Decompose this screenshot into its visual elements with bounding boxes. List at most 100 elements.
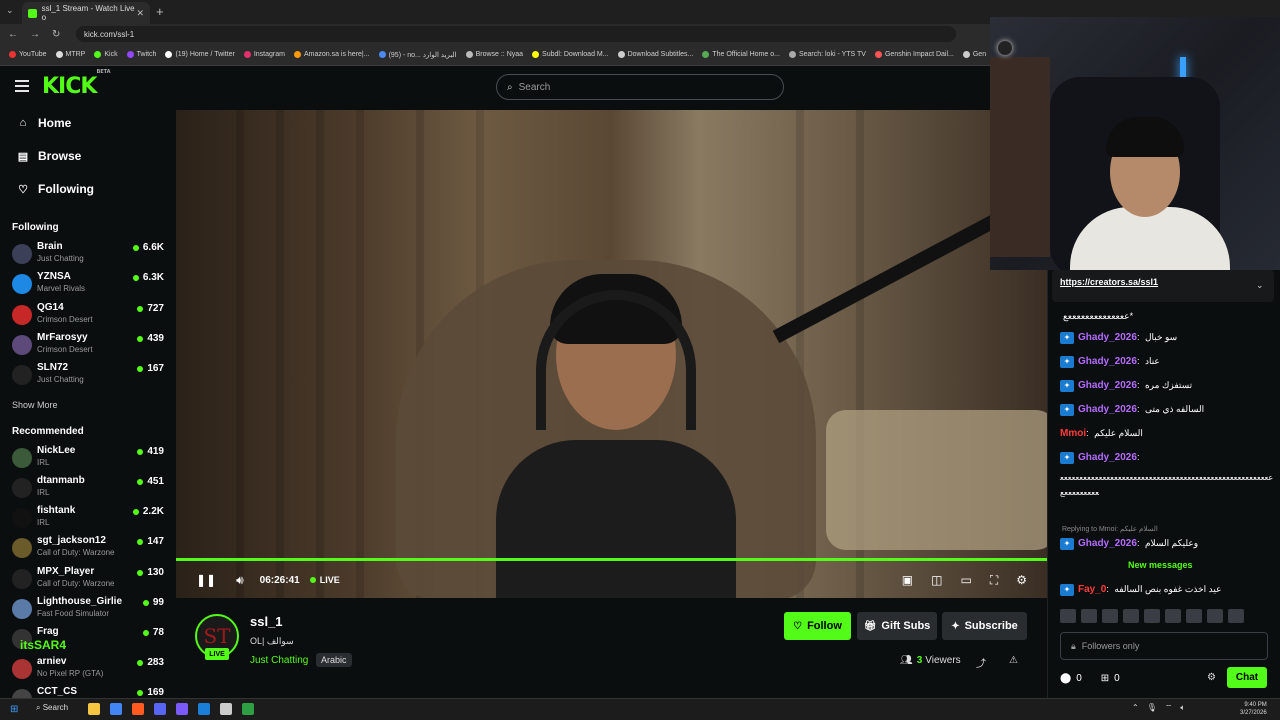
channel-item-lighthouse-girlie[interactable]: Lighthouse_Girlie Fast Food Simulator 99 — [12, 595, 164, 623]
channel-item-fishtank[interactable]: fishtank IRL 2.2K — [12, 504, 164, 532]
fullscreen-icon[interactable]: ⛶ — [990, 573, 998, 588]
volume-icon[interactable]: 🔊︎ — [236, 573, 244, 588]
emote-icon[interactable] — [1060, 609, 1076, 623]
channel-item-mrfarosyy[interactable]: MrFarosyy Crimson Desert 439 — [12, 331, 164, 359]
url-field[interactable]: kick.com/ssl-1 — [76, 26, 956, 42]
speaker-icon[interactable]: 🔈︎ — [1180, 703, 1185, 713]
bookmark[interactable]: (95) - no... البريد الوارد — [378, 51, 457, 59]
channel-item-yznsa[interactable]: YZNSA Marvel Rivals 6.3K — [12, 270, 164, 298]
browser-tab[interactable]: ssl_1 Stream - Watch Live o ✕ — [22, 2, 150, 24]
subscribe-button[interactable]: ✦ Subscribe — [942, 612, 1027, 640]
category-link[interactable]: Just Chatting — [250, 655, 308, 666]
emote-icon[interactable] — [1123, 609, 1139, 623]
emote-icon[interactable] — [1081, 609, 1097, 623]
mic-icon[interactable]: 🎙︎ — [1147, 703, 1157, 713]
channel-item-brain[interactable]: Brain Just Chatting 6.6K — [12, 240, 164, 268]
emote-icon[interactable] — [1186, 609, 1202, 623]
language-tag[interactable]: Arabic — [316, 653, 352, 667]
bookmark[interactable]: Instagram — [243, 51, 285, 58]
bookmark[interactable]: Subdl: Download M... — [532, 51, 609, 58]
new-tab-icon[interactable]: + — [156, 4, 164, 19]
viewer-count: 727 — [137, 303, 164, 314]
app-icon[interactable] — [176, 703, 188, 715]
bookmark[interactable]: Gen — [962, 51, 986, 58]
stream-title: OL| سوالف — [250, 636, 294, 646]
app-icon[interactable] — [132, 703, 144, 715]
bookmark[interactable]: Kick — [94, 51, 118, 58]
new-messages-divider[interactable]: New messages — [1128, 560, 1193, 570]
app-icon[interactable] — [198, 703, 210, 715]
menu-icon[interactable] — [15, 80, 29, 92]
heart-icon: ♡ — [18, 183, 28, 196]
bookmark[interactable]: MTRP — [55, 51, 85, 58]
live-indicator: LIVE — [309, 575, 340, 585]
nav-following[interactable]: ♡ Following — [16, 182, 94, 196]
video-player[interactable] — [176, 110, 1047, 598]
avatar — [12, 244, 32, 264]
chat-send-button[interactable]: Chat — [1227, 667, 1267, 688]
bookmark[interactable]: Amazon.sa is here|... — [293, 51, 370, 58]
nav-home[interactable]: ⌂ Home — [16, 116, 72, 130]
clock[interactable]: 9:40 PM 3/27/2026 — [1240, 701, 1267, 717]
bookmark[interactable]: Genshin Impact Dail... — [874, 51, 954, 58]
app-icon[interactable] — [242, 703, 254, 715]
gift-counter[interactable]: ⬤ 0 — [1060, 673, 1087, 684]
chat-input[interactable]: 🔒︎ Followers only — [1060, 632, 1268, 660]
bookmark[interactable]: Download Subtitles... — [617, 51, 693, 58]
channel-item-sgt-jackson12[interactable]: sgt_jackson12 Call of Duty: Warzone 147 — [12, 534, 164, 562]
theater-icon[interactable]: ◫ — [931, 573, 942, 587]
app-icon[interactable] — [220, 703, 232, 715]
emote-icon[interactable] — [1228, 609, 1244, 623]
tab-menu-icon[interactable]: ⌄ — [6, 5, 14, 16]
channel-item-nicklee[interactable]: NickLee IRL 419 — [12, 444, 164, 472]
bookmark[interactable]: Search: loki - YTS TV — [788, 51, 866, 58]
forward-icon[interactable]: → — [30, 29, 44, 40]
channel-item-sln72[interactable]: SLN72 Just Chatting 167 — [12, 361, 164, 389]
windows-start-icon[interactable]: ⊞ — [10, 704, 18, 715]
browse-icon: ▤ — [17, 150, 29, 163]
report-icon[interactable]: ⚠ — [1009, 655, 1018, 666]
bookmark[interactable]: (19) Home / Twitter — [165, 51, 235, 58]
file-explorer-icon[interactable] — [88, 703, 100, 715]
channel-item-mpx-player[interactable]: MPX_Player Call of Duty: Warzone 130 — [12, 565, 164, 593]
back-icon[interactable]: ← — [8, 29, 22, 40]
channel-item-dtanmanb[interactable]: dtanmanb IRL 451 — [12, 474, 164, 502]
share-icon[interactable]: ⤴ — [976, 655, 986, 670]
taskbar-search[interactable]: ⌕ Search — [36, 703, 68, 713]
bookmark[interactable]: Twitch — [126, 51, 156, 58]
reload-icon[interactable]: ↻ — [52, 29, 66, 40]
chat-message: ععععععععععععععع* — [1063, 311, 1134, 321]
gift-subs-button[interactable]: 🎁︎ Gift Subs — [857, 612, 937, 640]
wifi-icon[interactable]: ⌔ — [1165, 703, 1173, 713]
emote-icon[interactable] — [1207, 609, 1223, 623]
bookmark[interactable]: Browse :: Nyaa — [465, 51, 523, 58]
close-tab-icon[interactable]: ✕ — [136, 8, 144, 19]
emote-icon[interactable] — [1144, 609, 1160, 623]
drops-counter[interactable]: ⊞ 0 — [1101, 673, 1125, 684]
pinned-link[interactable]: https://creators.sa/ssl1 — [1060, 277, 1158, 287]
discord-icon[interactable] — [154, 703, 166, 715]
bookmark[interactable]: YouTube — [9, 51, 47, 58]
chevron-down-icon[interactable]: ⌄ — [1256, 280, 1264, 291]
settings-icon[interactable]: ⚙ — [1016, 573, 1027, 587]
emote-icon[interactable] — [1165, 609, 1181, 623]
channel-item-cct-cs[interactable]: CCT_CS 169 — [12, 685, 164, 698]
channel-item-arniev[interactable]: arniev No Pixel RP (GTA) 283 — [12, 655, 164, 683]
miniplayer-icon[interactable]: ▭ — [960, 573, 971, 587]
emote-icon[interactable] — [1102, 609, 1118, 623]
channel-name[interactable]: ssl_1 — [250, 614, 283, 629]
search-input[interactable]: ⌕ Search — [496, 74, 784, 100]
show-more-link[interactable]: Show More — [12, 400, 58, 410]
chat-settings-icon[interactable]: ⚙ — [1207, 672, 1216, 683]
follow-button[interactable]: ♡ Follow — [784, 612, 851, 640]
chrome-icon[interactable] — [110, 703, 122, 715]
clip-icon[interactable]: ▣ — [902, 573, 913, 587]
video-progress-bar[interactable] — [176, 558, 1047, 561]
bookmark[interactable]: The Official Home o... — [702, 51, 780, 58]
pause-icon[interactable]: ❚❚ — [196, 573, 216, 587]
badge-icon: ✦ — [1060, 451, 1074, 464]
chevron-up-icon[interactable]: ⌃ — [1132, 703, 1139, 713]
channel-item-qg14[interactable]: QG14 Crimson Desert 727 — [12, 301, 164, 329]
nav-browse[interactable]: ▤ Browse — [16, 149, 82, 163]
kick-logo[interactable]: KICKBETA — [42, 69, 111, 99]
